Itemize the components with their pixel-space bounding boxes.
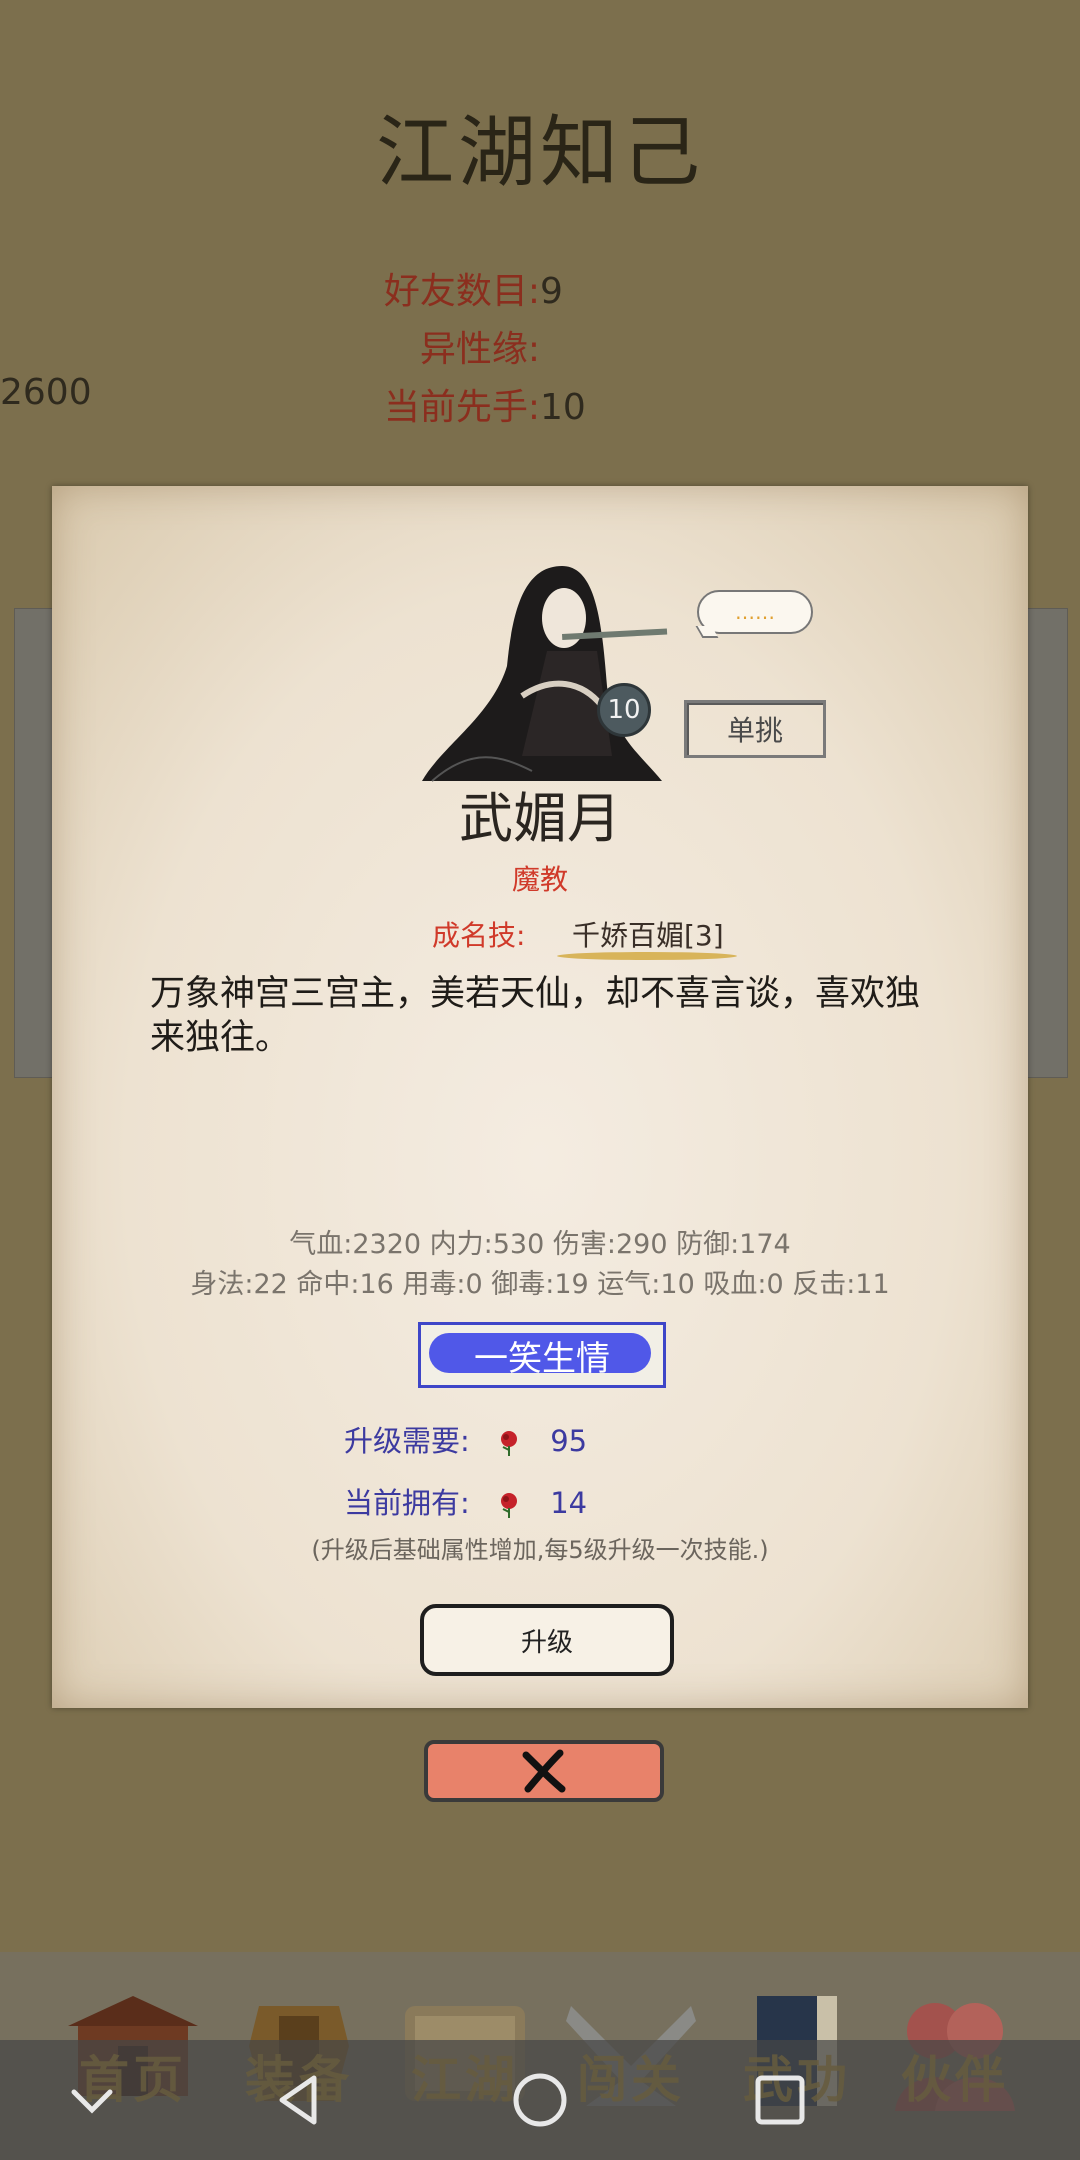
character-description: 万象神宫三宫主，美若天仙，却不喜言谈，喜欢独来独往。 — [150, 974, 921, 1058]
level-badge: 10 — [597, 683, 651, 737]
close-x-icon — [522, 1749, 566, 1793]
stat-initiative: 当前先手:10 — [0, 378, 620, 430]
upgrade-requirement: 升级需要: 95 — [344, 1418, 587, 1460]
rose-icon — [501, 1431, 517, 1456]
signature-skill-name[interactable]: 千娇百媚[3] — [572, 914, 724, 954]
nav-recent-icon[interactable] — [750, 2070, 810, 2130]
upgrade-need-label: 升级需要: — [344, 1424, 470, 1458]
owned-value: 14 — [550, 1486, 588, 1520]
duel-button[interactable]: 单挑 — [684, 700, 826, 758]
right-side-panel — [1026, 608, 1068, 1078]
nav-collapse-icon[interactable] — [62, 2070, 122, 2130]
nav-back-icon[interactable] — [270, 2070, 330, 2130]
character-card: …… 10 单挑 武媚月 魔教 成名技: 千娇百媚[3] 万象神宫三宫主，美若天… — [52, 486, 1028, 1708]
character-portrait — [422, 566, 668, 782]
speech-bubble: …… — [697, 590, 813, 634]
signature-skill-label: 成名技: — [432, 919, 526, 952]
character-sect: 魔教 — [511, 863, 568, 896]
stat-label: 好友数目: — [383, 271, 540, 312]
attributes-line-1: 气血:2320 内力:530 伤害:290 防御:174 — [289, 1229, 791, 1260]
stat-label: 当前先手: — [383, 387, 540, 428]
stat-friends: 好友数目:9 — [0, 262, 620, 314]
upgrade-need-value: 95 — [550, 1424, 588, 1458]
left-side-panel — [14, 608, 56, 1078]
stat-label: 异性缘: — [419, 329, 540, 370]
close-button[interactable] — [424, 1740, 664, 1802]
stat-value: 9 — [540, 271, 563, 312]
attributes-line-2: 身法:22 命中:16 用毒:0 御毒:19 运气:10 吸血:0 反击:11 — [190, 1269, 890, 1300]
upgrade-button[interactable]: 升级 — [420, 1604, 674, 1676]
character-name: 武媚月 — [459, 787, 621, 850]
owned-count: 当前拥有: 14 — [344, 1480, 587, 1522]
stat-value: 10 — [540, 387, 586, 428]
owned-label: 当前拥有: — [344, 1486, 470, 1520]
nav-home-icon[interactable] — [510, 2070, 570, 2130]
rose-icon — [501, 1493, 517, 1518]
title-badge: 一笑生情 — [418, 1322, 666, 1388]
upgrade-note: (升级后基础属性增加,每5级升级一次技能.) — [311, 1536, 769, 1564]
title-badge-label: 一笑生情 — [474, 1338, 610, 1379]
page-title: 江湖知己 — [375, 108, 704, 198]
